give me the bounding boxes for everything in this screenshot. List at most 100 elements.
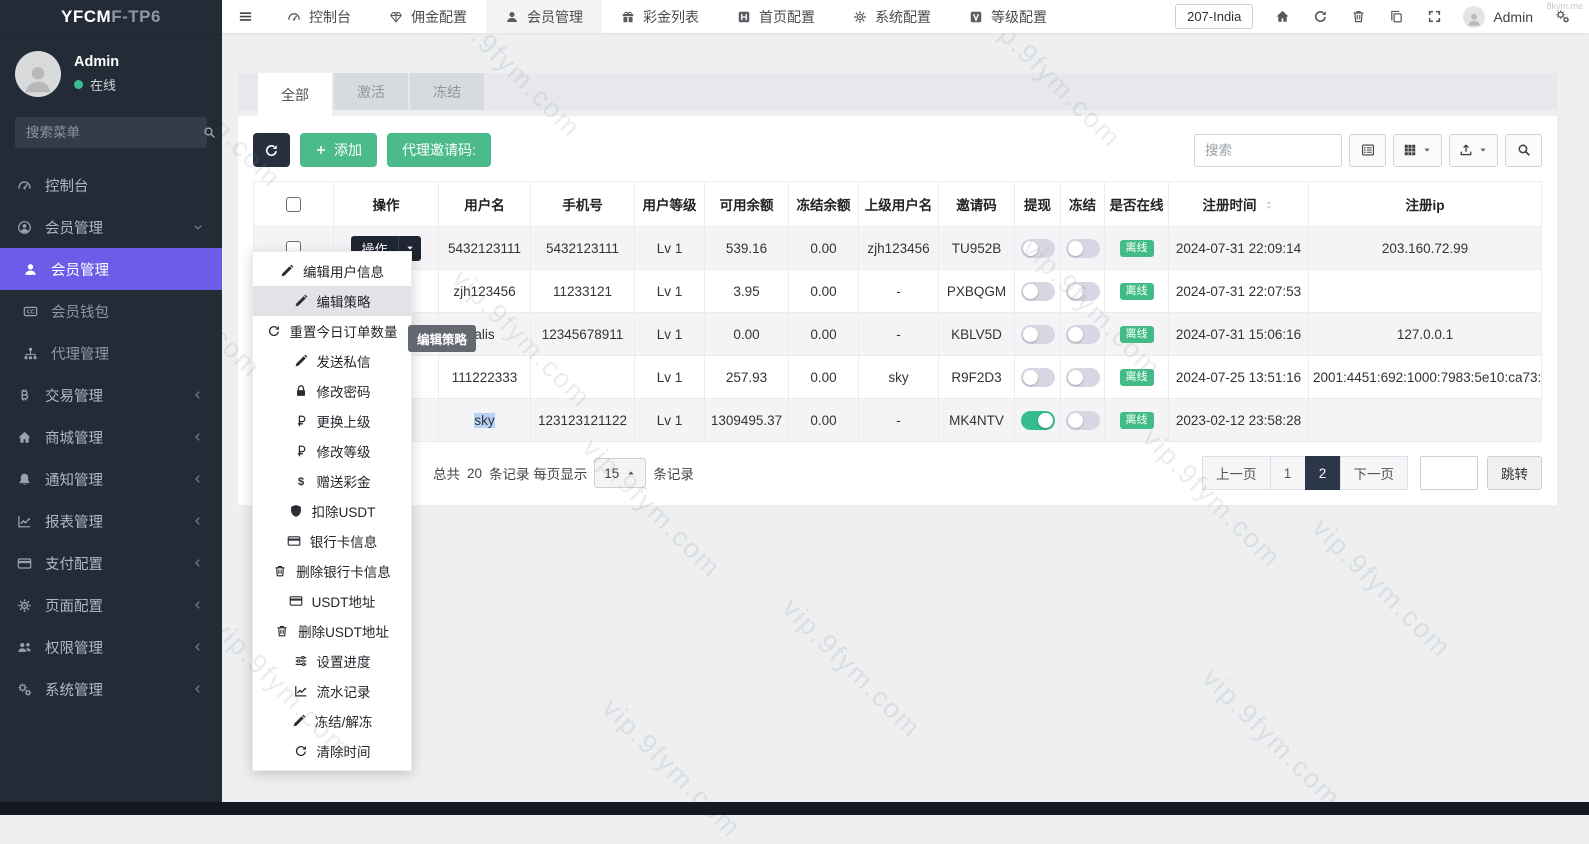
sidebar-item-notice-manage[interactable]: 通知管理	[0, 458, 222, 500]
tab-all[interactable]: 全部	[258, 73, 332, 117]
page-size-selector[interactable]: 15	[594, 458, 647, 488]
withdraw-toggle[interactable]	[1020, 238, 1055, 258]
fullscreen-button[interactable]	[1415, 0, 1453, 33]
agent-invite-code-button[interactable]: 代理邀请码:	[387, 133, 491, 167]
dropdown-item-deduct-usdt[interactable]: 扣除USDT	[253, 496, 411, 526]
sidebar-search-input[interactable]	[26, 125, 203, 140]
cell-freeze	[1060, 398, 1105, 442]
sidebar-item-member-manage-group[interactable]: 会员管理	[0, 206, 222, 248]
nav-item-dashboard[interactable]: 控制台	[268, 0, 370, 33]
sidebar-item-permission-manage[interactable]: 权限管理	[0, 626, 222, 668]
refresh-button[interactable]	[1301, 0, 1339, 33]
withdraw-toggle[interactable]	[1020, 410, 1055, 430]
tab-frozen[interactable]: 冻结	[410, 73, 484, 110]
chevron-down-icon	[189, 221, 207, 233]
cell-frozen-balance: 0.00	[788, 398, 859, 442]
dropdown-item-delete-bank-card[interactable]: 删除银行卡信息	[253, 556, 411, 586]
nav-item-commission-config[interactable]: 佣金配置	[370, 0, 486, 33]
language-selector[interactable]: 207-India	[1175, 4, 1254, 29]
expand-icon	[1427, 9, 1442, 24]
nav-item-level-config[interactable]: 等级配置	[950, 0, 1066, 33]
page-number-1[interactable]: 1	[1269, 456, 1306, 490]
navbar-user[interactable]: Admin	[1453, 5, 1543, 28]
header-invite_code: 邀请码	[938, 181, 1015, 227]
refresh-button[interactable]	[253, 133, 290, 167]
freeze-toggle[interactable]	[1065, 238, 1100, 258]
withdraw-toggle[interactable]	[1020, 367, 1055, 387]
dropdown-item-label: 发送私信	[316, 355, 371, 370]
select-all-checkbox[interactable]	[286, 196, 301, 212]
sidebar-item-member-manage[interactable]: 会员管理	[0, 248, 222, 290]
next-page-button[interactable]: 下一页	[1339, 456, 1408, 490]
home-button[interactable]	[1263, 0, 1301, 33]
nav-item-homepage-config[interactable]: 首页配置	[718, 0, 834, 33]
cell-invite-code: KBLV5D	[938, 312, 1015, 356]
nav-item-system-config[interactable]: 系统配置	[834, 0, 950, 33]
dropdown-item-usdt-address[interactable]: USDT地址	[253, 586, 411, 616]
cell-online: 离线	[1104, 398, 1169, 442]
copy-page-button[interactable]	[1377, 0, 1415, 33]
dropdown-item-set-progress[interactable]: 设置进度	[253, 646, 411, 676]
sidebar-item-system-manage[interactable]: 系统管理	[0, 668, 222, 710]
page-jump-input[interactable]	[1420, 456, 1478, 490]
prev-page-button[interactable]: 上一页	[1202, 456, 1271, 490]
withdraw-toggle[interactable]	[1020, 324, 1055, 344]
dropdown-item-flow-records[interactable]: 流水记录	[253, 676, 411, 706]
sidebar-item-trade-manage[interactable]: 交易管理	[0, 374, 222, 416]
dropdown-item-change-level[interactable]: 修改等级	[253, 436, 411, 466]
sidebar-item-report-manage[interactable]: 报表管理	[0, 500, 222, 542]
hamburger-icon	[238, 9, 253, 24]
sidebar-item-page-config[interactable]: 页面配置	[0, 584, 222, 626]
sidebar: Admin 在线 控制台会员管理会员管理CC会员钱包代理管理交易管理商城管理通知…	[0, 33, 222, 802]
dropdown-item-reset-today-orders[interactable]: 重置今日订单数量	[253, 316, 411, 346]
dropdown-item-edit-user-info[interactable]: 编辑用户信息	[253, 256, 411, 286]
freeze-toggle[interactable]	[1065, 410, 1100, 430]
settings-cogs-button[interactable]	[1543, 0, 1581, 33]
sidebar-item-agent-manage[interactable]: 代理管理	[0, 332, 222, 374]
dropdown-item-edit-strategy[interactable]: 编辑策略	[253, 286, 411, 316]
cell-withdraw	[1014, 226, 1061, 270]
export-button[interactable]	[1449, 133, 1498, 167]
nav-item-bonus-list[interactable]: 彩金列表	[602, 0, 718, 33]
gear-icon	[15, 598, 33, 613]
action-tooltip: 编辑策略	[408, 325, 477, 352]
dropdown-item-send-message[interactable]: 发送私信	[253, 346, 411, 376]
tab-activated[interactable]: 激活	[334, 73, 408, 110]
cell-invite-code: TU952B	[938, 226, 1015, 270]
toggle-view-icon	[1361, 143, 1375, 157]
toggle-view-button[interactable]	[1349, 133, 1386, 167]
dropdown-item-delete-usdt-address[interactable]: 删除USDT地址	[253, 616, 411, 646]
add-button[interactable]: 添加	[300, 133, 377, 167]
watermark-text: vip.9fym.com	[596, 692, 748, 844]
columns-button[interactable]	[1393, 133, 1442, 167]
table-search-input[interactable]	[1194, 133, 1342, 167]
page-number-2[interactable]: 2	[1304, 456, 1341, 490]
dropdown-item-change-password[interactable]: 修改密码	[253, 376, 411, 406]
sidebar-toggle-button[interactable]	[222, 0, 268, 33]
dropdown-item-change-parent[interactable]: 更换上级	[253, 406, 411, 436]
cell-phone: 12345678911	[530, 312, 635, 356]
card-icon	[15, 556, 33, 571]
sidebar-item-member-wallet[interactable]: CC 会员钱包	[0, 290, 222, 332]
dropdown-item-clear-time[interactable]: 清除时间	[253, 736, 411, 766]
nav-item-label: 佣金配置	[411, 8, 467, 25]
sidebar-item-dashboard[interactable]: 控制台	[0, 164, 222, 206]
freeze-toggle[interactable]	[1065, 281, 1100, 301]
dropdown-item-bank-card-info[interactable]: 银行卡信息	[253, 526, 411, 556]
sidebar-item-mall-manage[interactable]: 商城管理	[0, 416, 222, 458]
hsquare-icon	[737, 10, 751, 24]
withdraw-toggle[interactable]	[1020, 281, 1055, 301]
clear-cache-button[interactable]	[1339, 0, 1377, 33]
cell-level: Lv 1	[634, 355, 705, 399]
caret-down-icon	[1422, 145, 1432, 155]
freeze-toggle[interactable]	[1065, 324, 1100, 344]
freeze-toggle[interactable]	[1065, 367, 1100, 387]
header-reg_time[interactable]: 注册时间	[1168, 181, 1309, 227]
sort-icon[interactable]	[1263, 199, 1275, 211]
sidebar-item-payment-config[interactable]: 支付配置	[0, 542, 222, 584]
search-button[interactable]	[1505, 133, 1542, 167]
page-jump-button[interactable]: 跳转	[1487, 456, 1542, 490]
dropdown-item-freeze-unfreeze[interactable]: 冻结/解冻	[253, 706, 411, 736]
nav-item-member-manage[interactable]: 会员管理	[486, 0, 602, 33]
dropdown-item-give-bonus[interactable]: $ 赠送彩金	[253, 466, 411, 496]
